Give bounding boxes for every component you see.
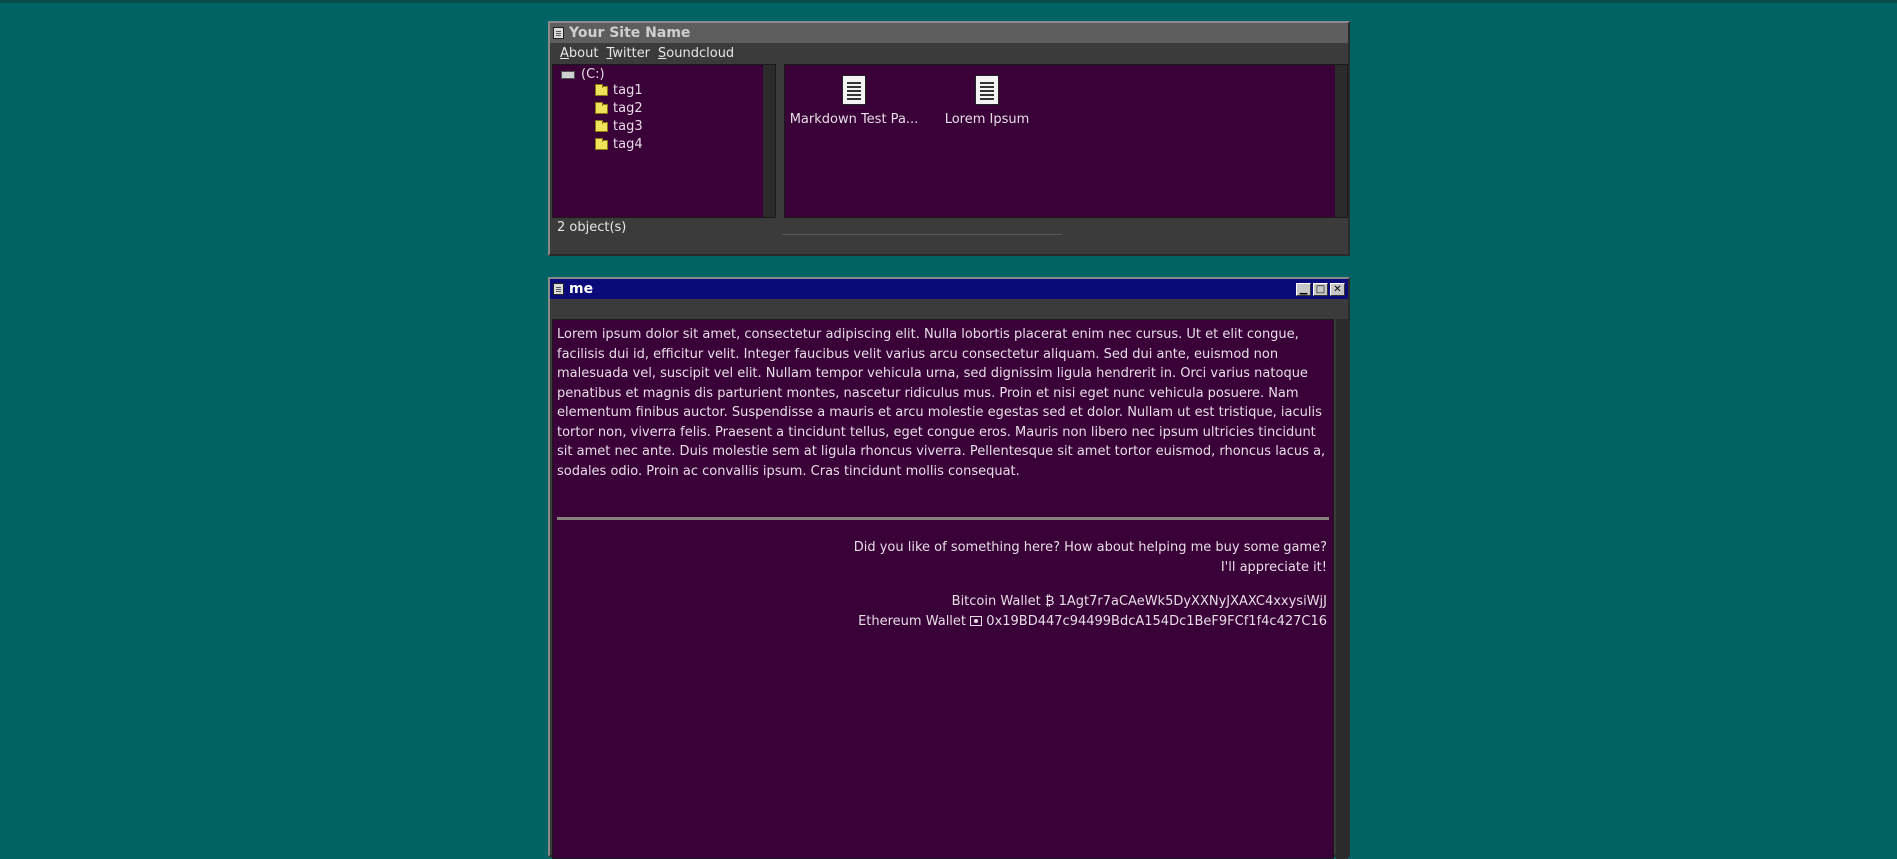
- bitcoin-address[interactable]: 1Agt7r7aCAeWk5DyXXNyJXAXC4xxysiWjJ: [1059, 594, 1327, 609]
- menu-about-accel: A: [560, 45, 569, 61]
- tree-item-tag4[interactable]: tag4: [595, 137, 643, 152]
- file-list: Markdown Test Pa... Lorem Ipsum: [784, 64, 1348, 218]
- tree-item-tag3[interactable]: tag3: [595, 119, 643, 134]
- tree-item-label: tag2: [613, 101, 643, 116]
- folder-icon: [595, 101, 608, 114]
- folder-icon: [595, 119, 608, 132]
- file-label: Lorem Ipsum: [944, 112, 1030, 127]
- drive-icon: [561, 70, 575, 79]
- document-icon: [842, 75, 866, 105]
- file-lorem-ipsum[interactable]: Lorem Ipsum: [922, 75, 1052, 127]
- folder-tree: (C:) tag1 tag2 tag3 tag4: [552, 64, 776, 218]
- divider: [557, 517, 1329, 520]
- tree-root-label: (C:): [581, 67, 605, 82]
- bitcoin-label: Bitcoin Wallet: [951, 594, 1041, 609]
- explorer-titlebar[interactable]: Your Site Name: [550, 23, 1348, 43]
- me-content: Lorem ipsum dolor sit amet, consectetur …: [552, 319, 1334, 859]
- document-icon: [975, 75, 999, 105]
- menu-about-label: bout: [568, 45, 599, 61]
- menu-soundcloud-label: oundcloud: [666, 45, 735, 61]
- tree-root-drive[interactable]: (C:): [561, 67, 605, 82]
- me-window: me ▁ □ ✕ Lorem ipsum dolor sit amet, con…: [548, 277, 1350, 859]
- window-icon: [553, 27, 564, 39]
- ethereum-address[interactable]: 0x19BD447c94499BdcA154Dc1BeF9FCf1f4c427C…: [986, 614, 1327, 629]
- ethereum-wallet: Ethereum Wallet 0x19BD447c94499BdcA154Dc…: [557, 612, 1327, 632]
- folder-icon: [595, 137, 608, 150]
- status-text: 2 object(s): [557, 219, 627, 235]
- explorer-title: Your Site Name: [569, 25, 691, 41]
- minimize-icon[interactable]: ▁: [1296, 282, 1311, 296]
- file-scrollbar[interactable]: [1335, 65, 1347, 217]
- folder-icon: [595, 83, 608, 96]
- bitcoin-icon: ₿: [1044, 594, 1055, 609]
- desktop-top-edge: [0, 0, 1897, 3]
- file-label: Markdown Test Pa...: [789, 112, 919, 127]
- explorer-panes: (C:) tag1 tag2 tag3 tag4 Markdown Test P…: [552, 64, 1348, 218]
- me-title: me: [569, 281, 594, 297]
- me-titlebar[interactable]: me ▁ □ ✕: [550, 279, 1348, 299]
- tree-item-label: tag3: [613, 119, 643, 134]
- tree-scrollbar[interactable]: [763, 65, 775, 217]
- maximize-icon[interactable]: □: [1313, 282, 1328, 296]
- explorer-window: Your Site Name About Twitter Soundcloud …: [548, 21, 1350, 256]
- me-menubar: [550, 299, 1348, 317]
- donate-line-2: I'll appreciate it!: [1220, 560, 1327, 575]
- close-icon[interactable]: ✕: [1330, 282, 1345, 296]
- donate-message: Did you like of something here? How abou…: [557, 538, 1329, 578]
- menu-twitter-label: witter: [612, 45, 651, 61]
- explorer-menubar: About Twitter Soundcloud: [550, 43, 1348, 63]
- file-markdown-test[interactable]: Markdown Test Pa...: [789, 75, 919, 127]
- money-icon: [970, 616, 983, 626]
- about-text: Lorem ipsum dolor sit amet, consectetur …: [557, 327, 1326, 479]
- tree-item-label: tag1: [613, 83, 643, 98]
- status-divider: [782, 234, 1062, 235]
- status-bar: 2 object(s): [552, 219, 1346, 235]
- tree-item-label: tag4: [613, 137, 643, 152]
- menu-about[interactable]: About: [560, 46, 598, 61]
- me-scrollbar[interactable]: [1336, 319, 1348, 859]
- menu-twitter[interactable]: Twitter: [606, 46, 650, 61]
- bitcoin-wallet: Bitcoin Wallet ₿ 1Agt7r7aCAeWk5DyXXNyJXA…: [557, 592, 1327, 612]
- window-controls: ▁ □ ✕: [1296, 282, 1348, 296]
- tree-item-tag2[interactable]: tag2: [595, 101, 643, 116]
- donate-line-1: Did you like of something here? How abou…: [853, 540, 1327, 555]
- wallets: Bitcoin Wallet ₿ 1Agt7r7aCAeWk5DyXXNyJXA…: [557, 592, 1329, 632]
- menu-soundcloud[interactable]: Soundcloud: [658, 46, 734, 61]
- ethereum-label: Ethereum Wallet: [858, 614, 967, 629]
- window-icon: [553, 283, 564, 295]
- tree-item-tag1[interactable]: tag1: [595, 83, 643, 98]
